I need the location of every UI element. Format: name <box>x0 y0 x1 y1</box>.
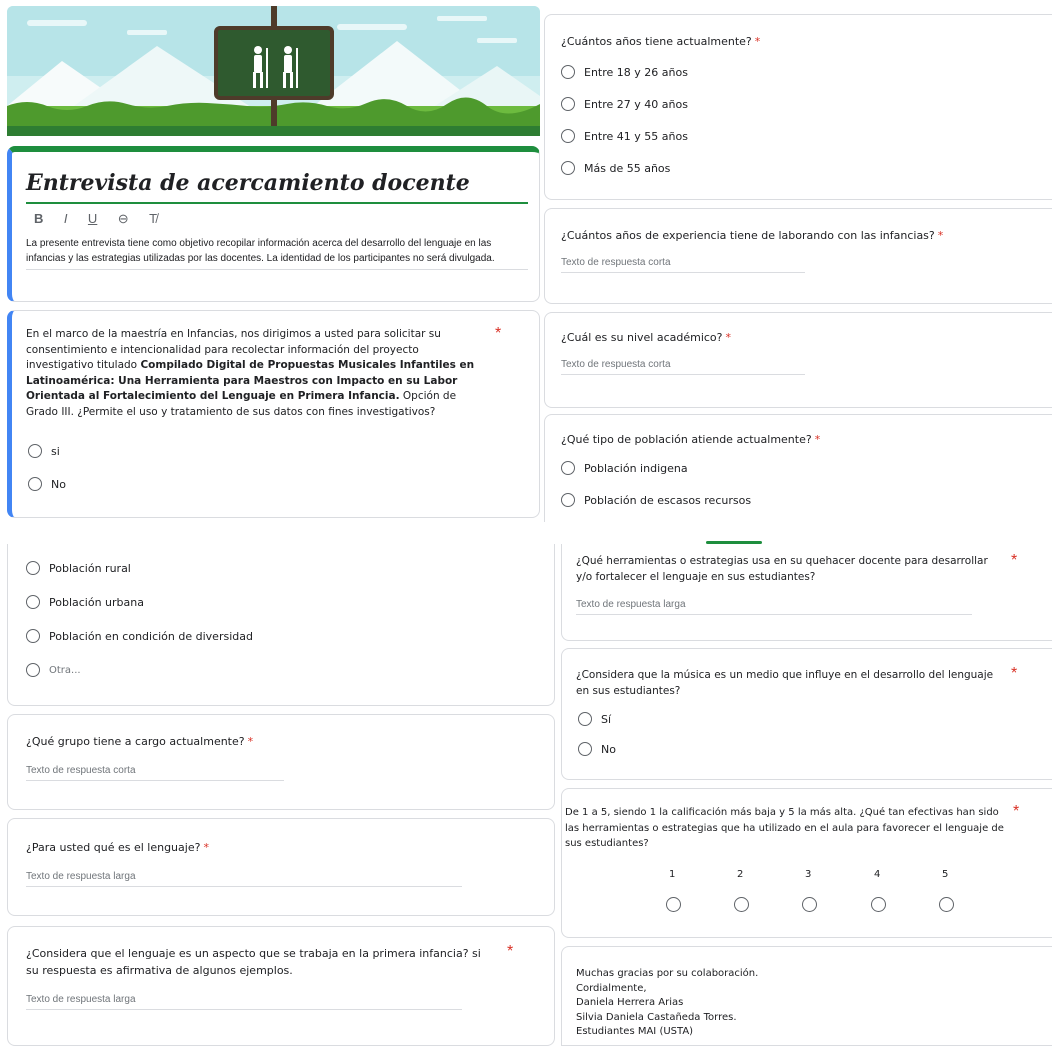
academic-level-question-label: ¿Cuál es su nivel académico? * <box>561 331 732 344</box>
clear-format-icon[interactable]: T̸ <box>149 211 157 226</box>
consent-question-text: En el marco de la maestría en Infancias,… <box>26 328 475 418</box>
consent-option-no[interactable]: No <box>28 477 66 491</box>
required-marker: * <box>1013 803 1020 820</box>
population-question-card-continued: Población rural Población urbana Poblaci… <box>7 544 555 706</box>
scale-number-4: 4 <box>874 869 881 880</box>
age-option-41-55[interactable]: Entre 41 y 55 años <box>561 129 688 143</box>
age-question-label: ¿Cuántos años tiene actualmente? * <box>561 35 761 48</box>
radio-icon[interactable] <box>578 712 592 726</box>
population-option-otra[interactable]: Otra... <box>26 663 81 677</box>
scale-number-3: 3 <box>805 869 812 880</box>
required-marker: * <box>1011 665 1018 682</box>
population-option-rural[interactable]: Población rural <box>26 561 131 575</box>
music-option-si[interactable]: Sí <box>578 712 611 726</box>
radio-icon[interactable] <box>28 477 42 491</box>
population-question-label: ¿Qué tipo de población atiende actualmen… <box>561 433 821 446</box>
tools-question-card: ¿Qué herramientas o estrategias usa en s… <box>561 544 1052 641</box>
early-childhood-question-card: ¿Considera que el lenguaje es un aspecto… <box>7 926 555 1046</box>
language-question-card: ¿Para usted qué es el lenguaje? * Texto d… <box>7 818 555 916</box>
text-format-toolbar: B I U ⊖ T̸ <box>34 210 173 228</box>
scale-number-1: 1 <box>669 869 676 880</box>
radio-icon[interactable] <box>561 65 575 79</box>
radio-icon[interactable] <box>26 663 40 677</box>
age-option-55-plus[interactable]: Más de 55 años <box>561 161 670 175</box>
experience-question-card: ¿Cuántos años de experiencia tiene de la… <box>544 208 1052 304</box>
music-option-no[interactable]: No <box>578 742 616 756</box>
group-question-label: ¿Qué grupo tiene a cargo actualmente? * <box>26 735 254 748</box>
age-option-18-26[interactable]: Entre 18 y 26 años <box>561 65 688 79</box>
radio-icon[interactable] <box>28 444 42 458</box>
radio-icon[interactable] <box>26 595 40 609</box>
form-description[interactable]: La presente entrevista tiene como objeti… <box>26 236 528 270</box>
academic-level-question-card: ¿Cuál es su nivel académico? * Texto de r… <box>544 312 1052 408</box>
scale-radio-4[interactable] <box>871 897 886 912</box>
academic-level-answer-input[interactable]: Texto de respuesta corta <box>561 359 805 375</box>
radio-icon[interactable] <box>561 97 575 111</box>
form-title[interactable]: Entrevista de acercamiento docente <box>26 170 470 196</box>
language-answer-textarea[interactable]: Texto de respuesta larga <box>26 871 462 887</box>
group-answer-input[interactable]: Texto de respuesta corta <box>26 765 284 781</box>
age-question-card: ¿Cuántos años tiene actualmente? * Entre … <box>544 14 1052 200</box>
music-question-label: ¿Considera que la música es un medio que… <box>576 669 994 697</box>
form-title-card: Entrevista de acercamiento docente B I U… <box>7 146 540 302</box>
hiking-banner-image <box>7 6 540 136</box>
early-childhood-question-label: ¿Considera que el lenguaje es un aspecto… <box>26 947 481 977</box>
underline-icon[interactable]: U <box>88 211 97 226</box>
tools-answer-textarea[interactable]: Texto de respuesta larga <box>576 599 972 615</box>
scale-number-5: 5 <box>942 869 949 880</box>
consent-option-si[interactable]: si <box>28 444 60 458</box>
scale-radio-3[interactable] <box>802 897 817 912</box>
radio-icon[interactable] <box>578 742 592 756</box>
required-marker: * <box>1011 552 1018 569</box>
tools-question-label: ¿Qué herramientas o estrategias usa en s… <box>576 555 988 583</box>
population-option-urbana[interactable]: Población urbana <box>26 595 144 609</box>
effectiveness-scale-card: De 1 a 5, siendo 1 la calificación más b… <box>561 788 1052 938</box>
population-option-diversidad[interactable]: Población en condición de diversidad <box>26 629 253 643</box>
experience-question-label: ¿Cuántos años de experiencia tiene de la… <box>561 229 944 242</box>
scale-radio-2[interactable] <box>734 897 749 912</box>
radio-icon[interactable] <box>561 493 575 507</box>
bold-icon[interactable]: B <box>34 211 43 226</box>
group-question-card: ¿Qué grupo tiene a cargo actualmente? * T… <box>7 714 555 810</box>
language-question-label: ¿Para usted qué es el lenguaje? * <box>26 841 209 854</box>
scale-radio-5[interactable] <box>939 897 954 912</box>
radio-icon[interactable] <box>26 561 40 575</box>
music-question-card: ¿Considera que la música es un medio que… <box>561 648 1052 780</box>
scale-number-2: 2 <box>737 869 744 880</box>
scale-radio-1[interactable] <box>666 897 681 912</box>
population-option-indigena[interactable]: Población indigena <box>561 461 688 475</box>
radio-icon[interactable] <box>561 129 575 143</box>
italic-icon[interactable]: I <box>64 211 68 226</box>
thanks-text: Muchas gracias por su colaboración. Cord… <box>576 968 759 1037</box>
link-icon[interactable]: ⊖ <box>118 211 129 227</box>
population-question-card: ¿Qué tipo de población atiende actualmen… <box>544 414 1052 534</box>
radio-icon[interactable] <box>26 629 40 643</box>
header-banner <box>7 6 540 136</box>
consent-question-card: En el marco de la maestría en Infancias,… <box>7 310 540 518</box>
experience-answer-input[interactable]: Texto de respuesta corta <box>561 257 805 273</box>
required-marker: * <box>507 943 514 960</box>
thanks-card: Muchas gracias por su colaboración. Cord… <box>561 946 1052 1046</box>
effectiveness-scale-label: De 1 a 5, siendo 1 la calificación más b… <box>565 807 1004 849</box>
required-marker: * <box>495 325 502 342</box>
radio-icon[interactable] <box>561 461 575 475</box>
age-option-27-40[interactable]: Entre 27 y 40 años <box>561 97 688 111</box>
population-option-escasos-recursos[interactable]: Población de escasos recursos <box>561 493 751 507</box>
early-childhood-answer-textarea[interactable]: Texto de respuesta larga <box>26 994 462 1010</box>
radio-icon[interactable] <box>561 161 575 175</box>
